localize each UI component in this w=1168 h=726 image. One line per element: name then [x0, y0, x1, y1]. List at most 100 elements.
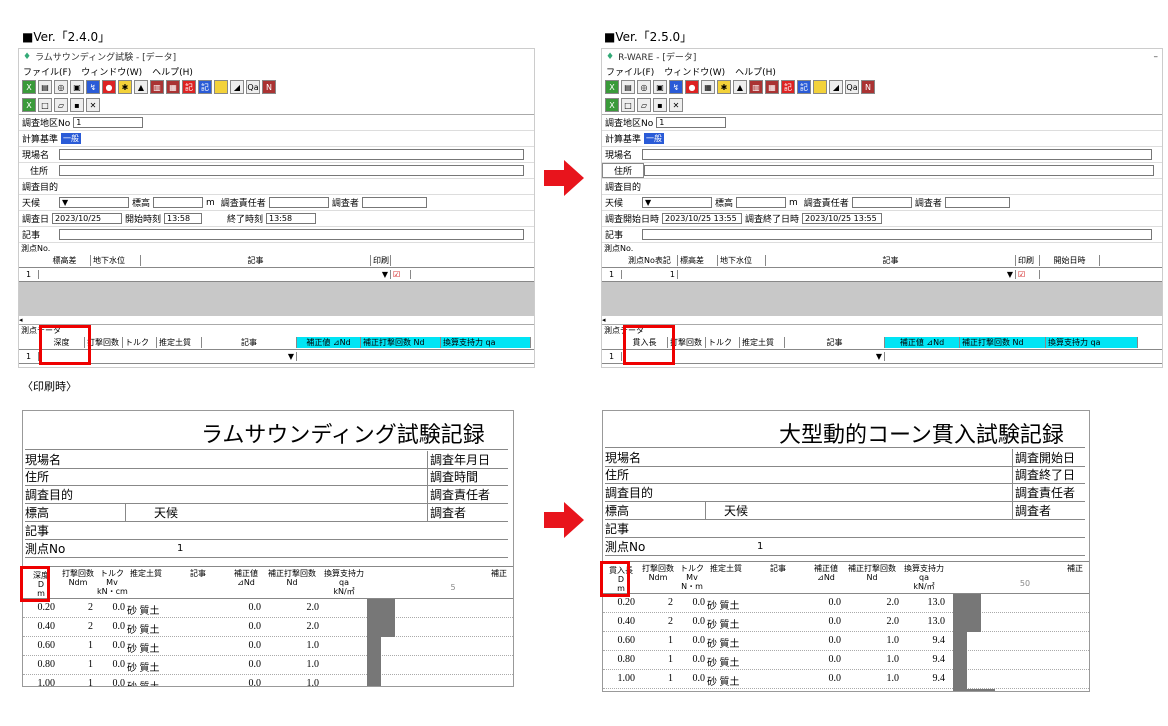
- tool-icon[interactable]: ▥: [150, 80, 164, 94]
- meas-grid-row[interactable]: 1 ▼: [19, 350, 534, 364]
- print-bar: [953, 689, 995, 691]
- print-data-row: 0.80 1 0.0 砂 質土 0.0 1.0: [23, 656, 513, 675]
- print-row-site: 現場名 調査年月日: [25, 449, 508, 469]
- meas-notes-dropdown[interactable]: ▼: [785, 352, 885, 361]
- site-name-input[interactable]: [642, 149, 1152, 160]
- chart-icon[interactable]: ↯: [86, 80, 100, 94]
- address-input[interactable]: [59, 165, 524, 176]
- color-icon[interactable]: ●: [102, 80, 116, 94]
- mountain-icon[interactable]: ▲: [134, 80, 148, 94]
- print-cell-t: 0.0: [692, 597, 706, 608]
- point-notes-dropdown[interactable]: ▼: [339, 270, 391, 279]
- settings-icon[interactable]: ✱: [717, 80, 731, 94]
- table-icon[interactable]: ▤: [38, 80, 52, 94]
- elevation-input[interactable]: [153, 197, 204, 208]
- point-grid-row[interactable]: 1 ▼ ☑: [19, 268, 534, 282]
- binoculars-icon[interactable]: ◎: [54, 80, 68, 94]
- calc-standard-value[interactable]: 一般: [644, 133, 665, 144]
- excel-small-icon[interactable]: X: [22, 98, 36, 112]
- right-print-preview: 大型動的コーン貫入試験記録 現場名 調査開始日 住所 調査終了日 調査目的 調査責任者…: [602, 410, 1090, 692]
- menu-help[interactable]: ヘルプ(H): [735, 65, 776, 78]
- survey-area-input[interactable]: 1: [73, 117, 144, 128]
- print-checkbox[interactable]: ☑: [391, 270, 411, 279]
- survey-date-input[interactable]: 2023/10/25: [52, 213, 123, 224]
- point-section-label: 測点No.: [604, 244, 634, 253]
- doc-icon[interactable]: ▦: [765, 80, 779, 94]
- nd-icon[interactable]: N: [861, 80, 875, 94]
- menu-window[interactable]: ウィンドウ(W): [81, 65, 142, 78]
- graph-icon[interactable]: ◢: [230, 80, 244, 94]
- address-input[interactable]: [644, 165, 1154, 176]
- report-blue-icon[interactable]: 記: [797, 80, 811, 94]
- save-icon[interactable]: ▪: [70, 98, 84, 112]
- purpose-row: 調査目的: [19, 179, 534, 195]
- menu-window[interactable]: ウィンドウ(W): [664, 65, 725, 78]
- h-scrollbar[interactable]: ◂: [602, 316, 1162, 325]
- surveyor-select[interactable]: [361, 197, 427, 208]
- print-row-pointno: 測点No 1: [605, 537, 1085, 556]
- notes-input[interactable]: [642, 229, 1152, 240]
- address-button[interactable]: 住所: [602, 163, 644, 178]
- open-icon[interactable]: ▱: [637, 98, 651, 112]
- graph-icon[interactable]: ◢: [829, 80, 843, 94]
- survey-area-input[interactable]: 1: [656, 117, 727, 128]
- elevation-input[interactable]: [736, 197, 787, 208]
- save-icon[interactable]: ▪: [653, 98, 667, 112]
- settings-icon[interactable]: ✱: [118, 80, 132, 94]
- report-icon[interactable]: 記: [781, 80, 795, 94]
- close-icon[interactable]: ✕: [669, 98, 683, 112]
- print-checkbox[interactable]: ☑: [1016, 270, 1040, 279]
- manager-select[interactable]: [851, 197, 912, 208]
- color-icon[interactable]: ●: [685, 80, 699, 94]
- manager-select[interactable]: [268, 197, 329, 208]
- datetime-row: 調査開始日時 2023/10/25 13:55 調査終了日時 2023/10/25 …: [602, 211, 1162, 227]
- point-grid-row[interactable]: 1 1 ▼ ☑: [602, 268, 1162, 282]
- notes-input[interactable]: [59, 229, 524, 240]
- menu-help[interactable]: ヘルプ(H): [152, 65, 193, 78]
- calc-standard-value[interactable]: 一般: [61, 133, 82, 144]
- chart-icon[interactable]: ↯: [669, 80, 683, 94]
- report-icon[interactable]: 記: [182, 80, 196, 94]
- blank-icon[interactable]: [214, 80, 228, 94]
- print-cell-c: 0.0: [828, 673, 842, 684]
- tool-icon[interactable]: ▥: [749, 80, 763, 94]
- excel-small-icon[interactable]: X: [605, 98, 619, 112]
- grid-icon[interactable]: ▦: [701, 80, 715, 94]
- new-icon[interactable]: □: [38, 98, 52, 112]
- preview-icon[interactable]: ▣: [70, 80, 84, 94]
- h-scrollbar[interactable]: ◂: [19, 316, 534, 325]
- meas-notes-dropdown[interactable]: ▼: [202, 352, 297, 361]
- weather-select[interactable]: ▼: [642, 197, 712, 208]
- report-blue-icon[interactable]: 記: [198, 80, 212, 94]
- doc-icon[interactable]: ▦: [166, 80, 180, 94]
- excel-icon[interactable]: X: [605, 80, 619, 94]
- print-cell-c: 0.0: [248, 640, 262, 651]
- preview-icon[interactable]: ▣: [653, 80, 667, 94]
- qa-icon[interactable]: Qa: [845, 80, 859, 94]
- address-button[interactable]: 住所: [19, 164, 59, 177]
- end-time-input[interactable]: 13:58: [266, 213, 317, 224]
- blank-icon[interactable]: [813, 80, 827, 94]
- point-notes-dropdown[interactable]: ▼: [678, 270, 1016, 279]
- new-icon[interactable]: □: [621, 98, 635, 112]
- qa-icon[interactable]: Qa: [246, 80, 260, 94]
- close-icon[interactable]: ✕: [86, 98, 100, 112]
- mountain-icon[interactable]: ▲: [733, 80, 747, 94]
- meas-grid-row[interactable]: 1 ▼: [602, 350, 1162, 364]
- table-icon[interactable]: ▤: [621, 80, 635, 94]
- menu-file[interactable]: ファイル(F): [23, 65, 71, 78]
- weather-select[interactable]: ▼: [59, 197, 129, 208]
- excel-icon[interactable]: X: [22, 80, 36, 94]
- menu-file[interactable]: ファイル(F): [606, 65, 654, 78]
- site-name-input[interactable]: [59, 149, 524, 160]
- start-time-input[interactable]: 13:58: [164, 213, 203, 224]
- print-cell-t: 0.0: [112, 602, 126, 613]
- surveyor-select[interactable]: [944, 197, 1010, 208]
- start-datetime-input[interactable]: 2023/10/25 13:55: [662, 213, 743, 224]
- minimize-icon[interactable]: –: [1154, 52, 1163, 62]
- end-datetime-input[interactable]: 2023/10/25 13:55: [802, 213, 883, 224]
- open-icon[interactable]: ▱: [54, 98, 68, 112]
- nd-icon[interactable]: N: [262, 80, 276, 94]
- binoculars-icon[interactable]: ◎: [637, 80, 651, 94]
- print-bar: [953, 613, 981, 632]
